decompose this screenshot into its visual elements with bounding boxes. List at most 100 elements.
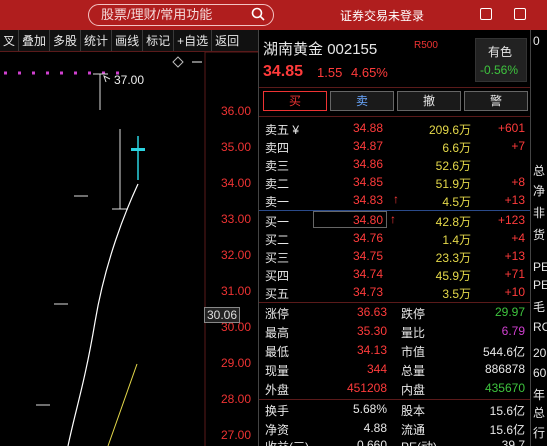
fundamentals-strip: 0 总 净 非 货 PE PE 毛 RC 20 60 年 总 行 bbox=[530, 30, 547, 446]
sector-label: 有色 bbox=[488, 45, 513, 59]
stat-label: 最高 bbox=[265, 326, 290, 340]
ask-diff: +13 bbox=[504, 193, 525, 207]
ask-row[interactable]: 卖三 34.86 52.6万 bbox=[259, 155, 531, 173]
bid-label: 买三 bbox=[265, 251, 290, 265]
bid-label: 买四 bbox=[265, 269, 290, 283]
edge-text: 非 bbox=[533, 206, 546, 220]
ask-price: 34.85 bbox=[353, 175, 384, 189]
search-placeholder: 股票/理财/常用功能 bbox=[101, 7, 213, 22]
ma-white-line bbox=[67, 183, 139, 446]
bid-row[interactable]: 买二 34.76 1.4万 +4 bbox=[259, 229, 531, 247]
ask-price: 34.86 bbox=[353, 157, 384, 171]
bid-diff: +4 bbox=[511, 231, 525, 245]
edge-text: RC bbox=[533, 320, 547, 334]
stock-name: 湖南黄金 bbox=[263, 41, 324, 58]
divider bbox=[259, 116, 531, 117]
ask-volume: 6.6万 bbox=[442, 141, 471, 155]
toolbar-item-draw-line[interactable]: 画线 bbox=[112, 30, 144, 51]
stock-name-code: 湖南黄金 002155 bbox=[263, 38, 377, 59]
cancel-order-button[interactable]: 撤 bbox=[397, 91, 461, 111]
bid-price: 34.76 bbox=[353, 231, 384, 245]
stat-label: 收益(三) bbox=[265, 438, 309, 446]
stat-label: 跌停 bbox=[401, 307, 426, 321]
ask-volume: 4.5万 bbox=[442, 195, 471, 209]
price-tick: 27.00 bbox=[221, 428, 252, 442]
alert-button[interactable]: 警 bbox=[464, 91, 528, 111]
edge-text: 60 bbox=[533, 366, 547, 380]
search-input[interactable]: 股票/理财/常用功能 bbox=[88, 4, 274, 26]
bid-row[interactable]: 买五 34.73 3.5万 +10 bbox=[259, 283, 531, 301]
kline-chart[interactable]: 37.00 36.00 35.00 34.00 33.00 32.00 31.0… bbox=[0, 52, 258, 446]
stat-label: PE(动) bbox=[401, 438, 437, 446]
toolbar-item-fork[interactable]: 叉 bbox=[0, 30, 20, 51]
ask-label: 卖四 bbox=[265, 141, 290, 155]
toolbar-item-statistics[interactable]: 统计 bbox=[81, 30, 113, 51]
toolbar-item-back[interactable]: 返回 bbox=[212, 30, 242, 51]
bid-row[interactable]: 买一 34.80 ↑ 42.8万 +123 bbox=[259, 211, 531, 229]
edge-text: 20 bbox=[533, 346, 547, 360]
toolbar-item-multi-stock[interactable]: 多股 bbox=[50, 30, 82, 51]
stat-value: 451208 bbox=[346, 381, 387, 395]
edge-text: 总 bbox=[533, 164, 546, 178]
bid-row[interactable]: 买四 34.74 45.9万 +71 bbox=[259, 265, 531, 283]
up-arrow-icon: ↑ bbox=[390, 212, 396, 226]
stat-label: 最低 bbox=[265, 345, 290, 359]
sell-button[interactable]: 卖 bbox=[330, 91, 394, 111]
login-status[interactable]: 证券交易未登录 bbox=[340, 7, 424, 24]
stat-value: 344 bbox=[366, 362, 387, 376]
bid-volume: 3.5万 bbox=[442, 287, 471, 301]
bid-label: 买五 bbox=[265, 287, 290, 301]
stock-code: 002155 bbox=[327, 41, 378, 58]
bid-volume: 45.9万 bbox=[435, 269, 471, 283]
ask-row[interactable]: 卖五 ¥ 34.88 209.6万 +601 bbox=[259, 119, 531, 137]
stat-label: 市值 bbox=[401, 345, 426, 359]
high-price-label: 37.00 bbox=[114, 73, 145, 87]
stat-label: 涨停 bbox=[265, 307, 290, 321]
bid-price: 34.80 bbox=[353, 213, 384, 227]
price-tick: 28.00 bbox=[221, 392, 252, 406]
ask-volume: 51.9万 bbox=[435, 177, 471, 191]
edge-text: 行 bbox=[533, 426, 546, 440]
chart-canvas bbox=[4, 52, 258, 446]
edge-text: 总 bbox=[533, 406, 546, 420]
ask-label: 卖五 ¥ bbox=[265, 123, 300, 137]
edge-text: PE bbox=[533, 278, 547, 292]
bid-label: 买一 bbox=[265, 215, 290, 229]
bid-volume: 42.8万 bbox=[435, 215, 471, 229]
edge-text: 0 bbox=[533, 34, 540, 48]
price-tick: 35.00 bbox=[221, 140, 252, 154]
toolbar-item-mark[interactable]: 标记 bbox=[143, 30, 175, 51]
stat-label: 现量 bbox=[265, 364, 290, 378]
stat-value: 29.97 bbox=[494, 305, 525, 319]
stat-value: 35.30 bbox=[356, 324, 387, 338]
search-icon[interactable] bbox=[251, 7, 265, 21]
stat-label: 量比 bbox=[401, 326, 426, 340]
ask-row[interactable]: 卖四 34.87 6.6万 +7 bbox=[259, 137, 531, 155]
edge-text: 净 bbox=[533, 184, 546, 198]
menu-icon[interactable] bbox=[480, 8, 492, 20]
last-price: 34.85 bbox=[263, 63, 304, 80]
layout-icon[interactable] bbox=[514, 8, 526, 20]
divider bbox=[259, 87, 531, 88]
up-arrow-icon: ↑ bbox=[393, 192, 399, 206]
ma-yellow-line bbox=[107, 363, 138, 446]
sector-box[interactable]: 有色 -0.56% bbox=[475, 38, 527, 82]
toolbar-item-overlay[interactable]: 叠加 bbox=[19, 30, 51, 51]
price-tick: 31.00 bbox=[221, 284, 252, 298]
bid-diff: +71 bbox=[504, 267, 525, 281]
ask-row[interactable]: 卖一 34.83 ↑ 4.5万 +13 bbox=[259, 191, 531, 209]
toolbar-item-add-watchlist[interactable]: +自选 bbox=[174, 30, 213, 51]
stat-value: 39.7 bbox=[501, 438, 525, 446]
stat-value: 0.660 bbox=[356, 438, 387, 446]
ask-price: 34.83 bbox=[353, 193, 384, 207]
stat-row: 现量 344 总量 886878 bbox=[259, 360, 531, 379]
bid-row[interactable]: 买三 34.75 23.3万 +13 bbox=[259, 247, 531, 265]
current-price-marker: 30.06 bbox=[204, 307, 240, 323]
ask-row[interactable]: 卖二 34.85 51.9万 +8 bbox=[259, 173, 531, 191]
stat-value: 4.88 bbox=[363, 421, 387, 435]
stat-row: 收益(三) 0.660 PE(动) 39.7 bbox=[259, 436, 531, 446]
edge-text: PE bbox=[533, 260, 547, 274]
ask-volume: 52.6万 bbox=[435, 159, 471, 173]
price-tick: 36.00 bbox=[221, 104, 252, 118]
buy-button[interactable]: 买 bbox=[263, 91, 327, 111]
